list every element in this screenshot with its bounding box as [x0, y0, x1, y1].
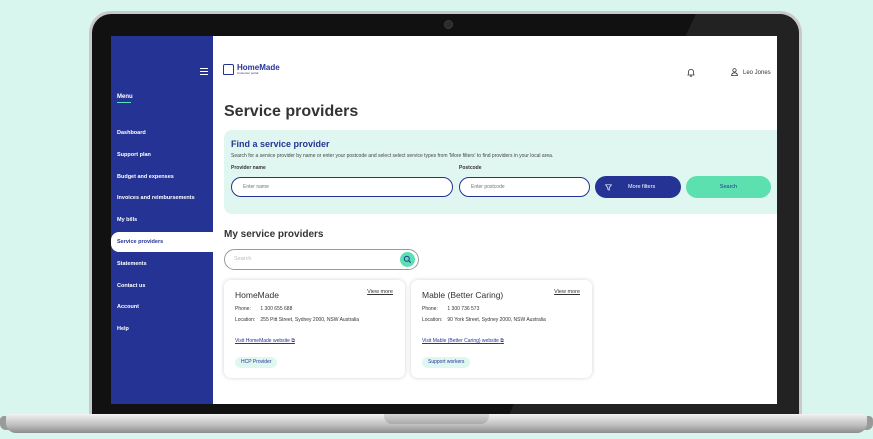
external-link-icon: ⧉ [291, 338, 295, 344]
user-icon [731, 68, 738, 78]
sidebar-item-my-bills[interactable]: My bills [111, 210, 213, 230]
search-icon[interactable] [400, 252, 415, 267]
sidebar-item-service-providers[interactable]: Service providers [111, 232, 213, 252]
filter-icon [605, 183, 612, 191]
user-menu[interactable]: Leo Jones [731, 68, 771, 78]
menu-underline [117, 102, 131, 103]
location-row: Location: 255 Pitt Street, Sydney 2000, … [235, 317, 378, 323]
website-link-label: Visit Mable (Better Caring) website [422, 338, 499, 344]
bell-icon[interactable] [687, 68, 695, 79]
location-value: 255 Pitt Street, Sydney 2000, NSW Austra… [260, 317, 360, 323]
service-tag: HCP Provider [235, 357, 278, 368]
homemade-logo[interactable]: HomeMade Customer portal [223, 64, 280, 75]
location-label: Location: [422, 317, 443, 323]
phone-row: Phone: 1 300 736 573 [422, 306, 565, 312]
sidebar-item-statements[interactable]: Statements [111, 254, 213, 274]
postcode-label: Postcode [459, 165, 482, 171]
page-title: Service providers [224, 103, 359, 120]
location-row: Location: 90 York Street, Sydney 2000, N… [422, 317, 565, 323]
more-filters-button[interactable]: More filters [595, 176, 681, 198]
postcode-input[interactable] [459, 177, 590, 197]
sidebar-item-dashboard[interactable]: Dashboard [111, 123, 213, 143]
phone-value: 1 300 655 688 [260, 306, 293, 312]
sidebar-item-help[interactable]: Help [111, 319, 213, 339]
sidebar-item-contact-us[interactable]: Contact us [111, 276, 213, 296]
sidebar-item-account[interactable]: Account [111, 297, 213, 317]
location-label: Location: [235, 317, 256, 323]
phone-value: 1 300 736 573 [447, 306, 480, 312]
phone-label: Phone: [422, 306, 438, 312]
find-title: Find a service provider [231, 139, 330, 149]
location-value: 90 York Street, Sydney 2000, NSW Austral… [447, 317, 546, 323]
sidebar-item-support-plan[interactable]: Support plan [111, 145, 213, 165]
website-link[interactable]: Visit Mable (Better Caring) website ⧉ [422, 338, 504, 344]
hamburger-menu-icon[interactable] [200, 68, 208, 75]
provider-name: Mable (Better Caring) [422, 290, 504, 300]
main-content: HomeMade Customer portal Leo Jones Servi… [213, 36, 777, 404]
my-providers-title: My service providers [224, 229, 324, 240]
provider-card: Mable (Better Caring) View more Phone: 1… [411, 280, 592, 378]
search-button[interactable]: Search [686, 176, 771, 198]
view-more-link[interactable]: View more [367, 289, 393, 295]
find-provider-panel: Find a service provider Search for a ser… [224, 130, 777, 214]
provider-name: HomeMade [235, 290, 279, 300]
website-link[interactable]: Visit HomeMade website ⧉ [235, 338, 295, 344]
provider-search-input[interactable]: Search [224, 249, 419, 270]
external-link-icon: ⧉ [500, 338, 504, 344]
screen: Menu Dashboard Support plan Budget and e… [111, 36, 777, 404]
provider-card: HomeMade View more Phone: 1 300 655 688 … [224, 280, 405, 378]
phone-row: Phone: 1 300 655 688 [235, 306, 378, 312]
provider-name-input[interactable] [231, 177, 453, 197]
phone-label: Phone: [235, 306, 251, 312]
service-tag: Support workers [422, 357, 471, 368]
sidebar-item-budget[interactable]: Budget and expenses [111, 167, 213, 187]
find-description: Search for a service provider by name or… [231, 153, 554, 159]
website-link-label: Visit HomeMade website [235, 338, 290, 344]
menu-label: Menu [117, 94, 133, 100]
view-more-link[interactable]: View more [554, 289, 580, 295]
laptop-base-notch [384, 414, 489, 424]
search-placeholder: Search [234, 256, 252, 262]
sidebar-item-invoices[interactable]: Invoices and reimbursements [111, 188, 213, 208]
webcam-icon [444, 20, 453, 29]
sidebar: Menu Dashboard Support plan Budget and e… [111, 36, 213, 404]
house-logo-icon [223, 64, 234, 75]
provider-name-label: Provider name [231, 165, 266, 171]
user-name: Leo Jones [743, 70, 771, 76]
more-filters-label: More filters [628, 184, 656, 190]
